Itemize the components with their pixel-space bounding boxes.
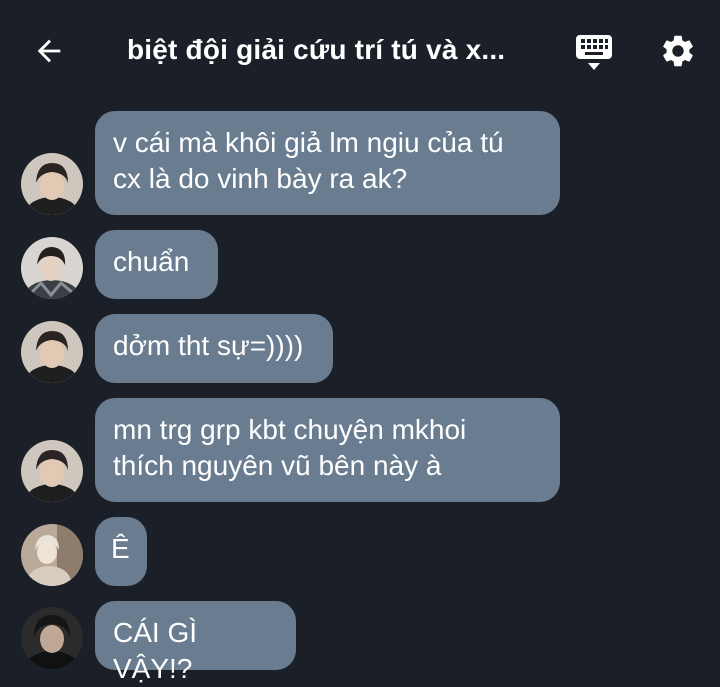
- keyboard-icon: [576, 35, 612, 70]
- avatar[interactable]: [21, 524, 83, 586]
- message-bubble[interactable]: Ê: [95, 517, 147, 586]
- settings-button[interactable]: [656, 29, 700, 73]
- message-bubble[interactable]: v cái mà khôi giả lm ngiu của tú cx là d…: [95, 111, 560, 215]
- avatar[interactable]: [21, 153, 83, 215]
- back-button[interactable]: [30, 32, 68, 70]
- avatar[interactable]: [21, 607, 83, 669]
- avatar[interactable]: [21, 440, 83, 502]
- message-bubble[interactable]: chuẩn: [95, 230, 218, 299]
- gear-icon: [663, 35, 693, 67]
- message-bubble[interactable]: mn trg grp kbt chuyện mkhoi thích nguyên…: [95, 398, 560, 502]
- chat-title: biệt đội giải cứu trí tú và x...: [127, 34, 506, 65]
- avatar[interactable]: [21, 321, 83, 383]
- keyboard-button[interactable]: [572, 30, 616, 74]
- message-bubble[interactable]: CÁI GÌ VẬY!?: [95, 601, 296, 684]
- chat-header: biệt đội giải cứu trí tú và x...: [0, 0, 720, 100]
- arrow-left-icon: [37, 39, 61, 63]
- avatar[interactable]: [21, 237, 83, 299]
- message-bubble[interactable]: dởm tht sự=)))): [95, 314, 333, 383]
